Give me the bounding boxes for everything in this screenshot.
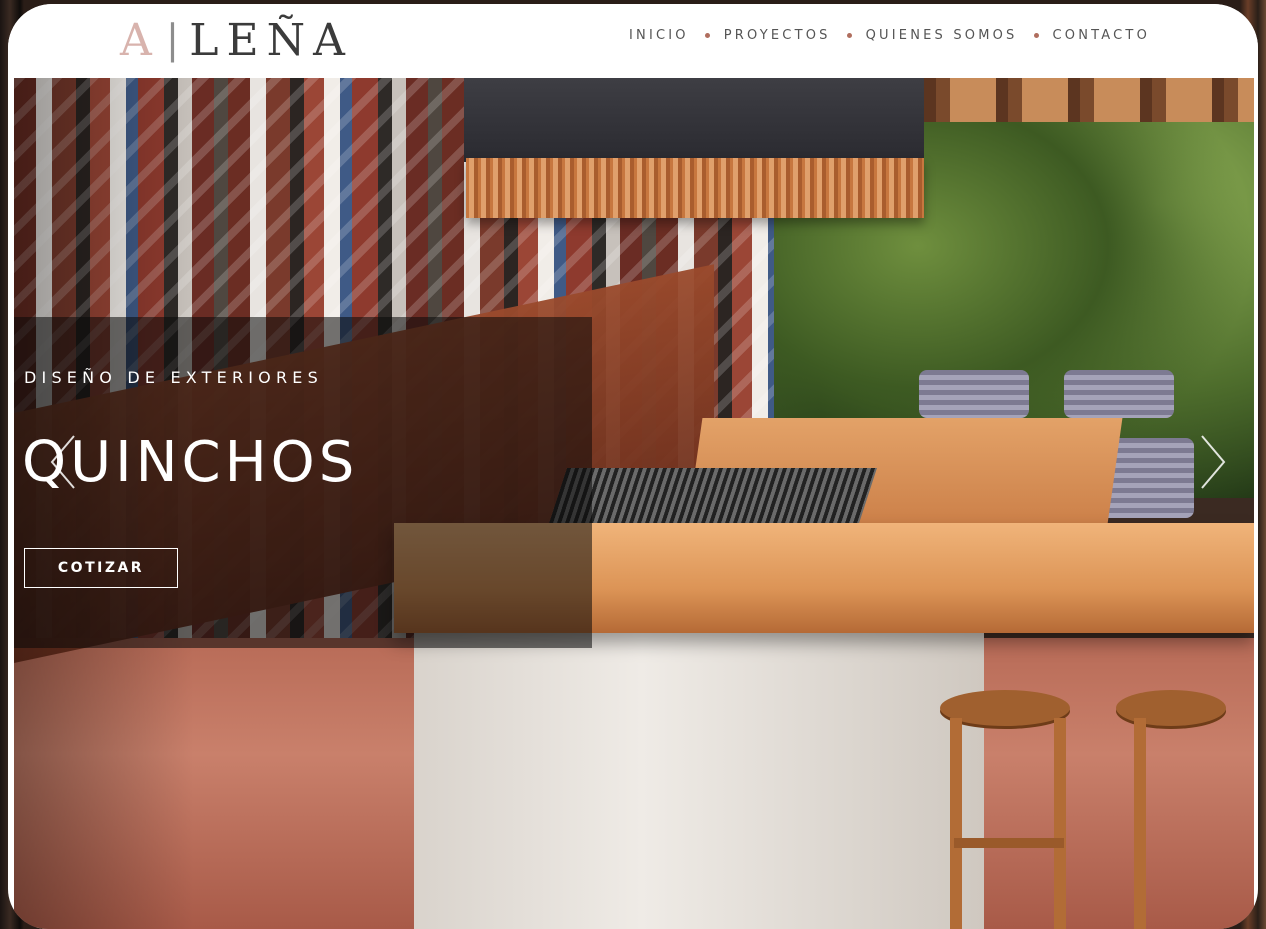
hero-eyebrow: DISEÑO DE EXTERIORES (24, 368, 323, 387)
hero-photo-stool-leg (950, 718, 962, 929)
nav-separator-dot (704, 33, 710, 38)
hero-photo-stool-ring (954, 838, 1064, 848)
cotizar-button[interactable]: COTIZAR (24, 548, 178, 588)
nav-quienes-somos[interactable]: QUIENES SOMOS (866, 28, 1018, 43)
page-frame: A | LEÑA INICIO PROYECTOS QUIENES SOMOS … (8, 4, 1258, 929)
slider-prev-arrow[interactable] (46, 432, 80, 492)
site-logo[interactable]: A | LEÑA (120, 12, 353, 68)
main-nav: INICIO PROYECTOS QUIENES SOMOS CONTACTO (629, 28, 1150, 43)
hero-photo-stool (1116, 690, 1226, 726)
logo-wordmark: LEÑA (189, 14, 353, 66)
chevron-right-icon (1201, 435, 1226, 489)
nav-separator-dot (1033, 33, 1039, 38)
hero-photo-hood-band (466, 158, 924, 218)
slider-next-arrow[interactable] (1196, 432, 1230, 492)
hero-photo-stool-leg (1054, 718, 1066, 929)
nav-proyectos[interactable]: PROYECTOS (724, 28, 831, 43)
site-header: A | LEÑA INICIO PROYECTOS QUIENES SOMOS … (8, 4, 1258, 78)
nav-separator-dot (846, 33, 852, 38)
hero-photo-counter-base (414, 618, 984, 929)
logo-initial: A (120, 14, 160, 66)
hero-photo-stool-leg (1134, 718, 1146, 929)
chevron-left-icon (50, 435, 75, 489)
nav-inicio[interactable]: INICIO (629, 28, 689, 43)
logo-separator: | (165, 17, 180, 63)
nav-contacto[interactable]: CONTACTO (1053, 28, 1150, 43)
hero-photo-sofa (919, 370, 1029, 418)
hero-photo-sofa (1064, 370, 1174, 418)
